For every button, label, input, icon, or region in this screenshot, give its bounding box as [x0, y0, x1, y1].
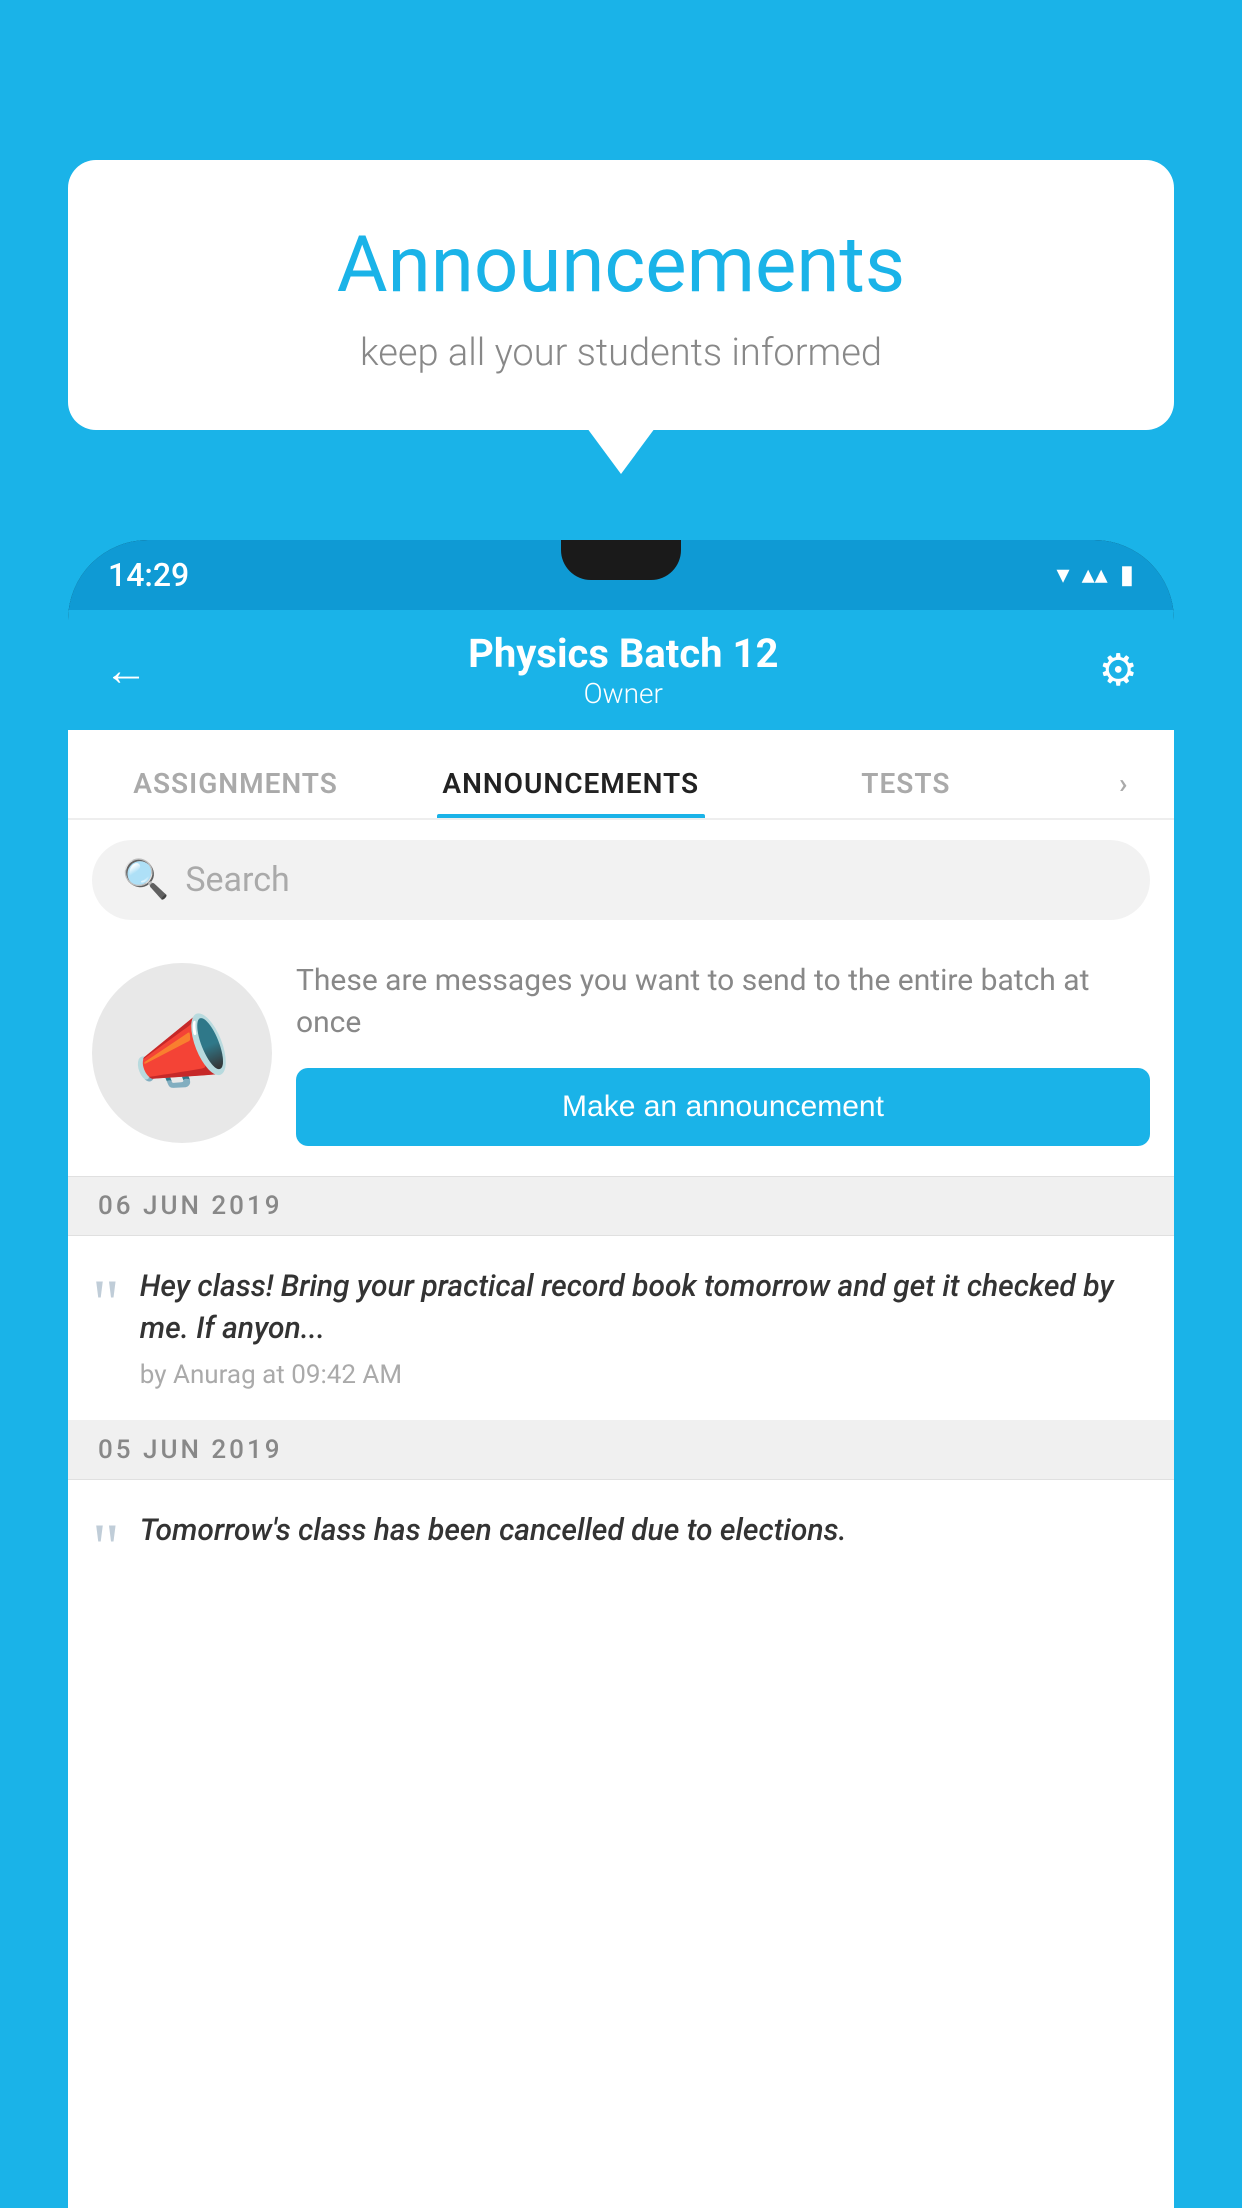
promo-right: These are messages you want to send to t…: [296, 960, 1150, 1146]
make-announcement-button[interactable]: Make an announcement: [296, 1068, 1150, 1146]
battery-icon: ▮: [1120, 560, 1134, 590]
search-input-placeholder: Search: [185, 860, 289, 900]
announcement-text-2: Tomorrow's class has been cancelled due …: [140, 1510, 1150, 1552]
signal-icon: ▴▴: [1082, 560, 1108, 590]
announcement-content-1: Hey class! Bring your practical record b…: [140, 1266, 1150, 1390]
speech-bubble-container: Announcements keep all your students inf…: [68, 160, 1174, 430]
tab-tests[interactable]: TESTS: [738, 767, 1073, 818]
settings-icon[interactable]: ⚙: [1099, 644, 1138, 696]
tab-assignments[interactable]: ASSIGNMENTS: [68, 767, 403, 818]
tab-announcements[interactable]: ANNOUNCEMENTS: [403, 767, 738, 818]
status-time: 14:29: [108, 556, 189, 594]
announcement-item-2: " Tomorrow's class has been cancelled du…: [68, 1480, 1174, 1594]
header-title-group: Physics Batch 12 Owner: [468, 630, 778, 710]
announcement-text-1: Hey class! Bring your practical record b…: [140, 1266, 1150, 1350]
promo-description: These are messages you want to send to t…: [296, 960, 1150, 1044]
megaphone-icon: 📣: [132, 1006, 232, 1100]
phone-frame: 14:29 ▾ ▴▴ ▮ ← Physics Batch 12 Owner ⚙ …: [68, 540, 1174, 2208]
status-bar: 14:29 ▾ ▴▴ ▮: [68, 540, 1174, 610]
speech-bubble-title: Announcements: [148, 220, 1094, 311]
promo-icon-circle: 📣: [92, 963, 272, 1143]
header-title: Physics Batch 12: [468, 630, 778, 677]
search-icon: 🔍: [122, 858, 169, 902]
speech-bubble: Announcements keep all your students inf…: [68, 160, 1174, 430]
status-icons: ▾ ▴▴ ▮: [1057, 560, 1134, 590]
search-bar[interactable]: 🔍 Search: [92, 840, 1150, 920]
header-subtitle: Owner: [468, 677, 778, 710]
back-button[interactable]: ←: [104, 644, 148, 696]
wifi-icon: ▾: [1057, 560, 1070, 590]
tab-more[interactable]: ›: [1073, 767, 1174, 818]
announcement-content-2: Tomorrow's class has been cancelled due …: [140, 1510, 1150, 1562]
announcement-meta-1: by Anurag at 09:42 AM: [140, 1360, 1150, 1390]
quote-icon-2: ": [92, 1520, 120, 1574]
app-header: ← Physics Batch 12 Owner ⚙: [68, 610, 1174, 730]
notch: [561, 540, 681, 580]
date-separator-2: 05 JUN 2019: [68, 1421, 1174, 1480]
tabs-bar: ASSIGNMENTS ANNOUNCEMENTS TESTS ›: [68, 730, 1174, 820]
quote-icon-1: ": [92, 1276, 120, 1330]
announcement-item-1: " Hey class! Bring your practical record…: [68, 1236, 1174, 1421]
speech-bubble-subtitle: keep all your students informed: [148, 331, 1094, 375]
date-separator-1: 06 JUN 2019: [68, 1177, 1174, 1236]
phone-content: 🔍 Search 📣 These are messages you want t…: [68, 820, 1174, 2208]
promo-block: 📣 These are messages you want to send to…: [68, 940, 1174, 1177]
